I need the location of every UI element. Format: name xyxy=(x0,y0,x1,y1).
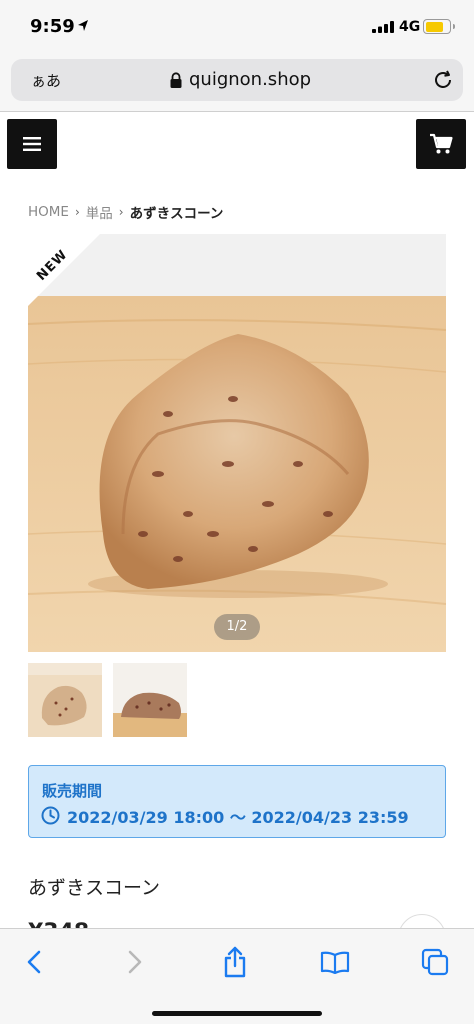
breadcrumb-category-link[interactable]: 単品 xyxy=(86,202,113,222)
share-icon xyxy=(224,946,246,978)
reader-options-button[interactable]: ぁあ xyxy=(31,70,61,91)
menu-button[interactable] xyxy=(7,119,57,169)
signal-icon xyxy=(372,21,394,33)
tabs-button[interactable] xyxy=(418,945,452,979)
network-label: 4G xyxy=(399,19,421,35)
forward-button[interactable] xyxy=(118,945,152,979)
sale-period-box: 販売期間 2022/03/29 18:00 〜 2022/04/23 23:59 xyxy=(28,765,446,838)
battery-icon xyxy=(423,19,455,34)
bookmarks-button[interactable] xyxy=(318,945,352,979)
sale-period-dates: 2022/03/29 18:00 〜 2022/04/23 23:59 xyxy=(67,808,409,827)
status-bar: 9:59 4G xyxy=(0,0,474,54)
thumbnail-1[interactable] xyxy=(28,663,102,737)
lock-icon xyxy=(170,72,182,88)
chevron-right-icon: › xyxy=(74,205,80,219)
cart-button[interactable] xyxy=(416,119,466,169)
back-button[interactable] xyxy=(17,945,51,979)
browser-address-bar: ぁあ quignon.shop xyxy=(0,54,474,112)
tabs-icon xyxy=(421,948,449,976)
url-text: quignon.shop xyxy=(189,69,312,90)
url-field[interactable]: ぁあ quignon.shop xyxy=(11,59,463,101)
thumbnail-2[interactable] xyxy=(113,663,187,737)
breadcrumb-home-link[interactable]: HOME xyxy=(28,204,69,220)
clock-icon xyxy=(41,806,60,825)
status-time: 9:59 xyxy=(30,16,75,37)
reload-icon[interactable] xyxy=(432,69,454,91)
hamburger-icon xyxy=(23,137,41,151)
chevron-left-icon xyxy=(27,950,41,974)
browser-toolbar xyxy=(0,928,474,1024)
breadcrumb: HOME › 単品 › あずきスコーン xyxy=(28,202,223,222)
share-button[interactable] xyxy=(218,945,252,979)
product-main-image[interactable] xyxy=(28,234,446,652)
home-indicator xyxy=(152,1011,322,1016)
location-arrow-icon xyxy=(78,20,88,31)
chevron-right-icon xyxy=(128,950,142,974)
breadcrumb-current: あずきスコーン xyxy=(129,206,224,222)
sale-period-title: 販売期間 xyxy=(42,782,103,800)
image-counter: 1/2 xyxy=(214,614,260,640)
chevron-right-icon: › xyxy=(118,205,124,219)
book-icon xyxy=(320,951,350,974)
cart-icon xyxy=(430,133,453,154)
product-name: あずきスコーン xyxy=(28,877,161,899)
